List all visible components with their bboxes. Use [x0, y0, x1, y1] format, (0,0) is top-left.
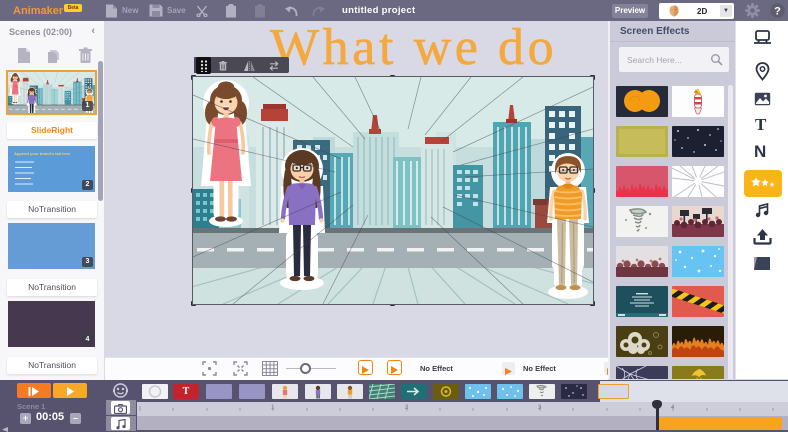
- svg-text:3: 3: [538, 405, 542, 411]
- svg-text:2: 2: [405, 405, 409, 411]
- svg-text:4: 4: [671, 405, 675, 411]
- svg-text:?: ?: [774, 5, 781, 17]
- svg-text:1: 1: [271, 405, 275, 411]
